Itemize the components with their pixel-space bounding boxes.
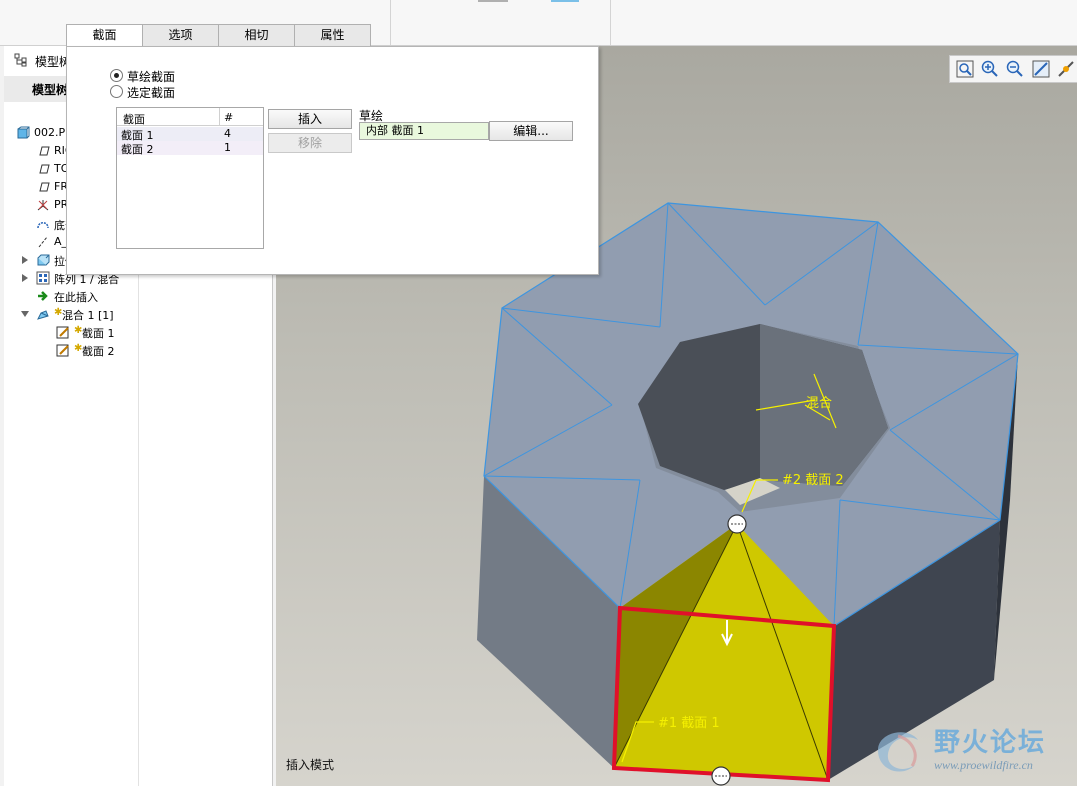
section-column-header: 截面 bbox=[123, 113, 145, 126]
csys-icon bbox=[37, 200, 49, 211]
zoom-in-icon[interactable] bbox=[980, 59, 1000, 79]
repaint-icon[interactable] bbox=[1031, 59, 1051, 79]
ribbon-separator bbox=[610, 0, 611, 45]
datum-plane-icon bbox=[39, 164, 50, 174]
datum-plane-icon bbox=[39, 182, 50, 192]
radio-selected-label: 选定截面 bbox=[127, 86, 176, 100]
datum-axis-icon bbox=[38, 236, 48, 247]
tree-structure-icon bbox=[14, 53, 27, 67]
tree-item-label: 截面 2 bbox=[82, 345, 115, 359]
tree-item-label: 混合 1 [1] bbox=[62, 309, 114, 322]
edit-button[interactable]: 编辑... bbox=[489, 121, 573, 141]
section-list[interactable]: 截面 # 截面 1 4 截面 2 1 bbox=[116, 107, 264, 249]
sections-slide-panel: 草绘截面 选定截面 截面 # 截面 1 4 截面 2 1 插入 移除 草绘 内部… bbox=[66, 46, 599, 275]
watermark: 野火论坛 www.proewildfire.cn bbox=[866, 716, 1077, 786]
collapsed-triangle-icon[interactable] bbox=[20, 255, 30, 265]
radio-sketched-label: 草绘截面 bbox=[127, 70, 176, 84]
ribbon-edge bbox=[478, 0, 508, 2]
section2-annotation[interactable]: #2 截面 2 bbox=[782, 473, 844, 488]
section-list-header: 截面 # bbox=[117, 108, 263, 126]
tab-properties[interactable]: 属性 bbox=[294, 24, 371, 46]
pattern-icon bbox=[36, 271, 50, 285]
expanded-triangle-icon[interactable] bbox=[20, 309, 30, 319]
sketch-icon bbox=[56, 344, 69, 357]
remove-button[interactable]: 移除 bbox=[268, 133, 352, 153]
model-tree-tab-label: 模型树 bbox=[32, 83, 69, 97]
ribbon-separator bbox=[390, 0, 391, 45]
forum-logo-icon bbox=[878, 732, 918, 772]
spin-center-icon[interactable] bbox=[1056, 59, 1076, 79]
insert-here-icon bbox=[38, 291, 48, 301]
blend-icon bbox=[37, 310, 49, 320]
blend-annotation[interactable]: 混合 bbox=[806, 396, 832, 411]
view-toolbar bbox=[949, 55, 1077, 83]
dashboard-tabs: 截面 选项 相切 属性 bbox=[66, 24, 372, 47]
sketch-arc-icon bbox=[37, 221, 49, 228]
watermark-title: 野火论坛 bbox=[934, 728, 1047, 758]
datum-plane-icon bbox=[39, 146, 50, 156]
sketch-reference-field[interactable]: 内部 截面 1 bbox=[359, 122, 489, 140]
collapsed-triangle-icon[interactable] bbox=[20, 273, 30, 283]
sketch-icon bbox=[56, 326, 69, 339]
tab-options[interactable]: 选项 bbox=[142, 24, 219, 46]
radio-button[interactable] bbox=[110, 85, 123, 98]
section-row-count: 4 bbox=[224, 127, 231, 140]
section-row[interactable]: 截面 1 4 bbox=[117, 127, 263, 142]
section1-annotation[interactable]: #1 截面 1 bbox=[658, 716, 720, 731]
section-row-name: 截面 2 bbox=[121, 143, 154, 156]
tab-sections[interactable]: 截面 bbox=[66, 24, 143, 47]
extrude-icon bbox=[37, 254, 50, 266]
zoom-out-icon[interactable] bbox=[1005, 59, 1025, 79]
count-column-header: # bbox=[224, 111, 234, 124]
watermark-url: www.proewildfire.cn bbox=[934, 758, 1033, 772]
tree-item-label: 截面 1 bbox=[82, 327, 115, 341]
zoom-fit-icon[interactable] bbox=[955, 59, 975, 79]
section-row-count: 1 bbox=[224, 141, 231, 154]
radio-button[interactable] bbox=[110, 69, 123, 82]
insert-mode-label: 插入模式 bbox=[286, 758, 335, 772]
section-row[interactable]: 截面 2 1 bbox=[117, 141, 263, 156]
start-point-handle-icon[interactable] bbox=[711, 766, 731, 786]
ribbon-edge bbox=[551, 0, 579, 2]
part-icon bbox=[17, 126, 30, 139]
column-separator bbox=[219, 108, 220, 125]
start-point-handle-icon[interactable] bbox=[727, 514, 747, 534]
tab-tangency[interactable]: 相切 bbox=[218, 24, 295, 46]
insert-button[interactable]: 插入 bbox=[268, 109, 352, 129]
tree-item-label: 在此插入 bbox=[54, 290, 98, 304]
